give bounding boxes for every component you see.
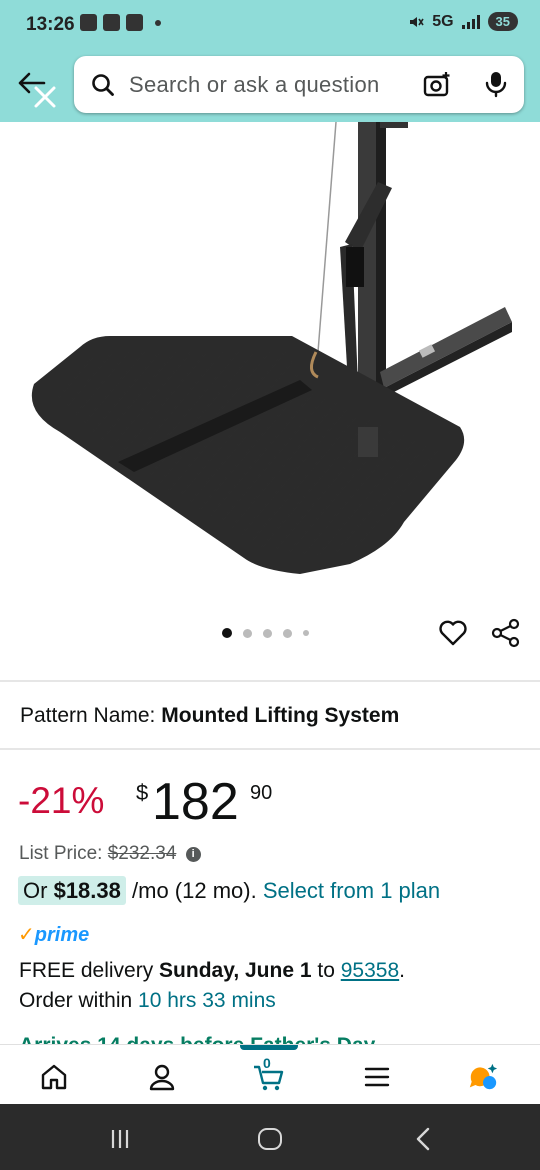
prime-check-icon: ✓ [18, 924, 35, 946]
recent-apps-icon[interactable] [109, 1128, 131, 1150]
arrival-note-text: Arrives 14 days before Father's Day [19, 1034, 519, 1044]
divider [0, 748, 540, 750]
home-icon[interactable] [38, 1061, 70, 1093]
more-notifications-icon [155, 19, 161, 26]
search-icon [92, 74, 114, 96]
battery-level: 35 [487, 12, 518, 31]
bottom-nav: 0 [0, 1044, 540, 1104]
pattern-name-row[interactable]: Pattern Name: Mounted Lifting System [20, 704, 399, 728]
list-price-value: $232.34 [107, 843, 177, 864]
price-fraction: 90 [250, 782, 273, 804]
order-within-label: Order within [19, 989, 133, 1012]
cart-count: 0 [263, 1055, 271, 1071]
delivery-prefix: FREE delivery [19, 959, 154, 982]
mute-icon [410, 16, 424, 27]
prime-badge: ✓prime [18, 922, 89, 947]
search-bar[interactable]: Search or ask a question [74, 56, 524, 113]
status-time: 13:26 [26, 14, 75, 35]
status-right: 5G 35 [408, 12, 518, 31]
price-currency: $ [136, 780, 149, 805]
search-input[interactable]: Search or ask a question [129, 72, 380, 98]
close-icon[interactable] [30, 82, 60, 112]
rufus-assistant-icon[interactable] [467, 1061, 499, 1093]
delivery-date: Sunday, June 1 [159, 959, 312, 982]
gallery-dot[interactable] [303, 630, 309, 636]
notification-icon [126, 14, 143, 31]
product-image[interactable] [0, 122, 540, 612]
delivery-info: FREE delivery Sunday, June 1 to 95358. O… [19, 959, 405, 1012]
order-countdown: 10 hrs 33 mins [138, 989, 276, 1012]
discount-percent: -21% [18, 780, 105, 821]
monthly-amount: $18.38 [53, 878, 121, 903]
system-back-icon[interactable] [412, 1126, 434, 1152]
gallery-dot[interactable] [283, 628, 292, 638]
signal-icon [461, 14, 480, 29]
monthly-or: Or [23, 878, 48, 903]
delivery-zip-link[interactable]: 95358 [341, 959, 399, 982]
share-icon[interactable] [490, 617, 522, 649]
system-nav-bar [0, 1104, 540, 1170]
active-tab-indicator [240, 1045, 298, 1050]
price-whole: 182 [152, 773, 239, 831]
notification-icon [80, 14, 97, 31]
network-label: 5G [432, 12, 454, 30]
select-plan-link[interactable]: Select from 1 plan [263, 878, 440, 903]
camera-search-icon[interactable] [422, 70, 452, 100]
cart-button[interactable]: 0 [252, 1055, 284, 1093]
monthly-payment-row: Or $18.38 /mo (12 mo). Select from 1 pla… [18, 876, 440, 905]
delivery-to: to [317, 959, 335, 982]
gallery-pagination[interactable] [222, 628, 309, 638]
arrival-note: Arrives 14 days before Father's Day [19, 1030, 519, 1044]
prime-label: prime [34, 924, 90, 946]
info-icon[interactable]: i [185, 847, 201, 862]
pattern-label: Pattern Name: [20, 704, 156, 727]
notification-icons [80, 14, 161, 31]
divider [0, 680, 540, 682]
system-home-button[interactable] [258, 1128, 282, 1150]
monthly-highlight: Or $18.38 [18, 876, 126, 905]
notification-icon [103, 14, 120, 31]
monthly-term: /mo (12 mo). [132, 878, 257, 903]
hitch-cargo-carrier-illustration [31, 122, 512, 574]
account-icon[interactable] [146, 1061, 178, 1093]
header: 13:26 5G 35 Search or ask a question [0, 0, 540, 122]
pattern-value: Mounted Lifting System [161, 704, 400, 727]
menu-icon[interactable] [361, 1061, 393, 1093]
microphone-icon[interactable] [482, 69, 510, 99]
list-price-row: List Price: $232.34 i [19, 843, 201, 865]
gallery-dot-active[interactable] [222, 628, 232, 638]
gallery-dot[interactable] [243, 628, 252, 638]
list-price-label: List Price: [19, 843, 103, 864]
heart-icon[interactable] [437, 617, 469, 649]
gallery-dot[interactable] [263, 628, 272, 638]
status-bar: 13:26 5G 35 [0, 0, 540, 54]
